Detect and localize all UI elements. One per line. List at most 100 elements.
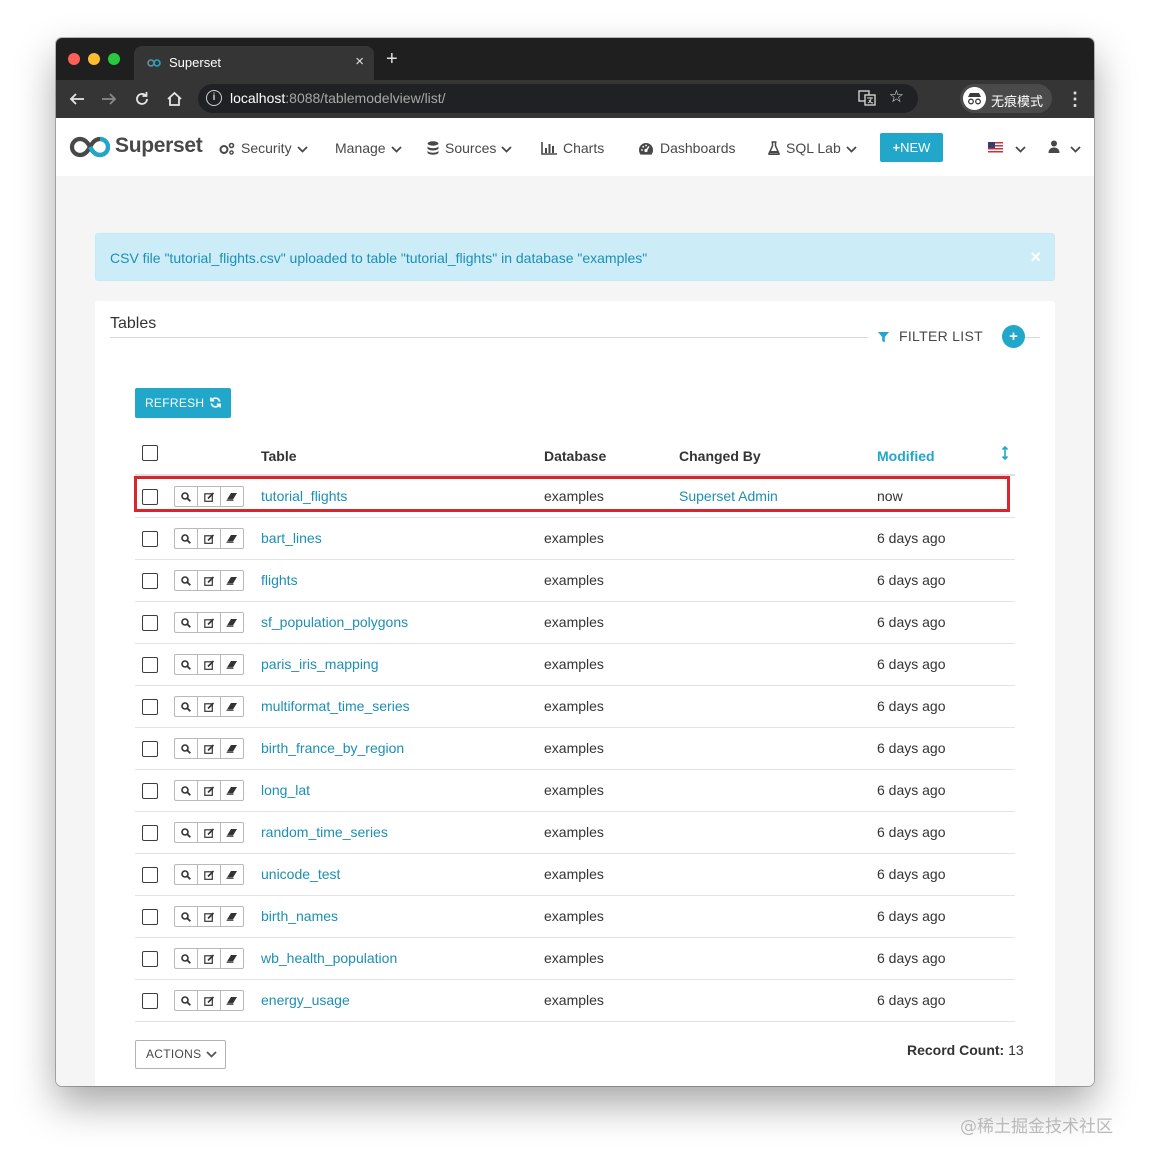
sort-icon[interactable]	[1001, 446, 1009, 460]
row-checkbox[interactable]	[142, 741, 158, 757]
incognito-badge[interactable]: 无痕模式	[960, 84, 1052, 113]
show-record-search-icon[interactable]	[175, 613, 198, 632]
new-button[interactable]: +NEW	[880, 133, 943, 162]
row-checkbox[interactable]	[142, 951, 158, 967]
nav-sql-lab[interactable]: SQL Lab	[768, 140, 857, 156]
show-record-search-icon[interactable]	[175, 739, 198, 758]
table-name-link[interactable]: long_lat	[261, 782, 310, 798]
browser-tab[interactable]: Superset ×	[134, 46, 374, 80]
edit-record-icon[interactable]	[198, 697, 221, 716]
show-record-search-icon[interactable]	[175, 697, 198, 716]
row-checkbox[interactable]	[142, 657, 158, 673]
nav-security[interactable]: Security	[219, 140, 308, 156]
row-checkbox[interactable]	[142, 783, 158, 799]
show-record-search-icon[interactable]	[175, 571, 198, 590]
add-table-button[interactable]: +	[1002, 325, 1025, 348]
nav-dashboards[interactable]: Dashboards	[638, 140, 736, 156]
delete-record-eraser-icon[interactable]	[221, 781, 243, 800]
delete-record-eraser-icon[interactable]	[221, 613, 243, 632]
edit-record-icon[interactable]	[198, 949, 221, 968]
row-checkbox[interactable]	[142, 573, 158, 589]
column-header-table[interactable]: Table	[261, 448, 297, 464]
delete-record-eraser-icon[interactable]	[221, 529, 243, 548]
column-header-changed-by[interactable]: Changed By	[679, 448, 761, 464]
table-name-link[interactable]: energy_usage	[261, 992, 350, 1008]
row-checkbox[interactable]	[142, 699, 158, 715]
column-header-database[interactable]: Database	[544, 448, 606, 464]
show-record-search-icon[interactable]	[175, 865, 198, 884]
reload-icon[interactable]	[131, 88, 153, 110]
row-checkbox[interactable]	[142, 993, 158, 1009]
row-checkbox[interactable]	[142, 825, 158, 841]
table-name-link[interactable]: tutorial_flights	[261, 488, 347, 504]
delete-record-eraser-icon[interactable]	[221, 697, 243, 716]
edit-record-icon[interactable]	[198, 823, 221, 842]
actions-dropdown[interactable]: ACTIONS	[135, 1040, 226, 1069]
refresh-button[interactable]: REFRESH	[135, 388, 231, 418]
table-name-link[interactable]: birth_france_by_region	[261, 740, 404, 756]
nav-manage[interactable]: Manage	[335, 140, 402, 156]
edit-record-icon[interactable]	[198, 487, 221, 506]
user-chevron-down-icon[interactable]	[1070, 146, 1081, 153]
browser-menu-icon[interactable]: ⋮	[1066, 89, 1084, 110]
delete-record-eraser-icon[interactable]	[221, 571, 243, 590]
row-checkbox[interactable]	[142, 867, 158, 883]
show-record-search-icon[interactable]	[175, 529, 198, 548]
minimize-window-button[interactable]	[88, 53, 100, 65]
show-record-search-icon[interactable]	[175, 991, 198, 1010]
home-icon[interactable]	[163, 88, 185, 110]
us-flag-icon[interactable]	[988, 142, 1003, 153]
delete-record-eraser-icon[interactable]	[221, 487, 243, 506]
delete-record-eraser-icon[interactable]	[221, 823, 243, 842]
user-icon[interactable]	[1048, 140, 1060, 153]
new-tab-button[interactable]: +	[386, 49, 398, 69]
row-checkbox[interactable]	[142, 489, 158, 505]
table-name-link[interactable]: bart_lines	[261, 530, 322, 546]
edit-record-icon[interactable]	[198, 529, 221, 548]
edit-record-icon[interactable]	[198, 655, 221, 674]
edit-record-icon[interactable]	[198, 865, 221, 884]
bookmark-star-icon[interactable]: ☆	[889, 87, 904, 107]
edit-record-icon[interactable]	[198, 739, 221, 758]
delete-record-eraser-icon[interactable]	[221, 865, 243, 884]
table-name-link[interactable]: paris_iris_mapping	[261, 656, 379, 672]
delete-record-eraser-icon[interactable]	[221, 739, 243, 758]
filter-list-button[interactable]: FILTER LIST	[878, 328, 983, 344]
row-checkbox[interactable]	[142, 531, 158, 547]
edit-record-icon[interactable]	[198, 991, 221, 1010]
show-record-search-icon[interactable]	[175, 781, 198, 800]
table-name-link[interactable]: wb_health_population	[261, 950, 397, 966]
language-chevron-down-icon[interactable]	[1015, 146, 1026, 153]
nav-sources[interactable]: Sources	[427, 140, 512, 156]
close-window-button[interactable]	[68, 53, 80, 65]
address-bar[interactable]: i localhost:8088/tablemodelview/list/ ☆	[198, 84, 918, 113]
table-name-link[interactable]: unicode_test	[261, 866, 340, 882]
nav-charts[interactable]: Charts	[541, 140, 604, 156]
show-record-search-icon[interactable]	[175, 823, 198, 842]
delete-record-eraser-icon[interactable]	[221, 949, 243, 968]
edit-record-icon[interactable]	[198, 571, 221, 590]
edit-record-icon[interactable]	[198, 613, 221, 632]
tab-close-icon[interactable]: ×	[355, 53, 364, 70]
table-name-link[interactable]: flights	[261, 572, 298, 588]
row-checkbox[interactable]	[142, 615, 158, 631]
info-icon[interactable]: i	[206, 90, 222, 106]
select-all-checkbox[interactable]	[142, 445, 158, 461]
edit-record-icon[interactable]	[198, 781, 221, 800]
edit-record-icon[interactable]	[198, 907, 221, 926]
show-record-search-icon[interactable]	[175, 907, 198, 926]
table-name-link[interactable]: birth_names	[261, 908, 338, 924]
delete-record-eraser-icon[interactable]	[221, 907, 243, 926]
changed-by-link[interactable]: Superset Admin	[679, 488, 778, 504]
show-record-search-icon[interactable]	[175, 949, 198, 968]
column-header-modified[interactable]: Modified	[877, 448, 935, 464]
table-name-link[interactable]: multiformat_time_series	[261, 698, 410, 714]
translate-icon[interactable]	[858, 89, 876, 107]
delete-record-eraser-icon[interactable]	[221, 991, 243, 1010]
alert-close-icon[interactable]: ×	[1030, 247, 1041, 268]
table-name-link[interactable]: random_time_series	[261, 824, 388, 840]
zoom-window-button[interactable]	[108, 53, 120, 65]
table-name-link[interactable]: sf_population_polygons	[261, 614, 408, 630]
show-record-search-icon[interactable]	[175, 655, 198, 674]
forward-icon[interactable]	[98, 88, 120, 110]
